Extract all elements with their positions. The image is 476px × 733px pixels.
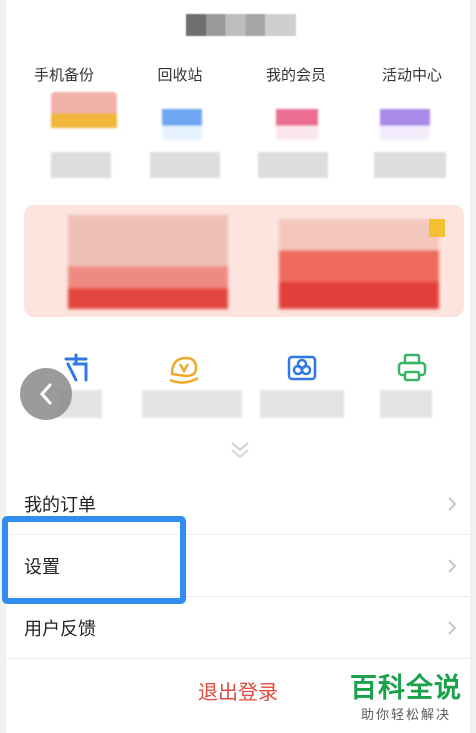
blurred-caption <box>142 390 242 418</box>
promo-banner[interactable] <box>24 205 464 317</box>
service-print[interactable] <box>354 350 470 430</box>
menu-label: 我的订单 <box>24 494 96 516</box>
blurred-recycle-icon <box>162 92 202 140</box>
blurred-caption <box>260 390 344 418</box>
blurred-caption <box>380 390 432 418</box>
tool-activity-center[interactable]: 活动中心 <box>354 60 470 190</box>
blurred-backup-icon <box>51 92 117 140</box>
tool-label: 我的会员 <box>265 66 326 84</box>
chevron-right-icon <box>448 558 457 573</box>
watermark-title: 百科全说 <box>350 673 462 704</box>
photo-album-icon <box>287 355 317 381</box>
top-tools-row: 手机备份 回收站 我的会员 活动中心 <box>6 60 470 190</box>
account-page: 手机备份 回收站 我的会员 活动中心 我的订单 设置 用户反馈 退出登录 <box>6 0 470 733</box>
services-row <box>6 350 470 430</box>
blurred-banner-text <box>68 215 228 309</box>
tool-my-membership[interactable]: 我的会员 <box>238 60 354 190</box>
expand-chevron-icon[interactable] <box>228 440 252 460</box>
blurred-caption <box>51 152 111 178</box>
settings-highlight-box <box>2 516 186 604</box>
service-photo-album[interactable] <box>244 350 360 430</box>
blurred-caption <box>150 152 220 178</box>
tool-label: 回收站 <box>157 66 203 84</box>
banner-accent <box>429 219 445 237</box>
printer-icon <box>397 353 427 382</box>
chevron-right-icon <box>448 496 457 511</box>
back-button[interactable] <box>20 368 72 420</box>
tool-label: 活动中心 <box>381 66 442 84</box>
watermark-subtitle: 助你轻松解决 <box>360 708 451 723</box>
tool-phone-backup[interactable]: 手机备份 <box>6 60 122 190</box>
blurred-activity-icon <box>380 92 430 140</box>
menu-label: 用户反馈 <box>24 618 96 640</box>
blurred-caption <box>258 152 328 178</box>
smile-vip-icon <box>169 356 199 384</box>
tool-recycle-bin[interactable]: 回收站 <box>122 60 238 190</box>
chevron-left-icon <box>39 383 52 405</box>
chevron-right-icon <box>448 620 457 635</box>
blurred-banner-graphic <box>279 219 439 309</box>
watermark: 百科全说 助你轻松解决 <box>350 673 462 724</box>
service-vip[interactable] <box>126 350 242 430</box>
blurred-vip-icon <box>276 92 318 140</box>
tool-label: 手机备份 <box>33 66 94 84</box>
header <box>6 0 470 58</box>
blurred-username <box>186 14 296 36</box>
menu-item-feedback[interactable]: 用户反馈 <box>6 597 470 659</box>
blurred-caption <box>374 152 446 178</box>
